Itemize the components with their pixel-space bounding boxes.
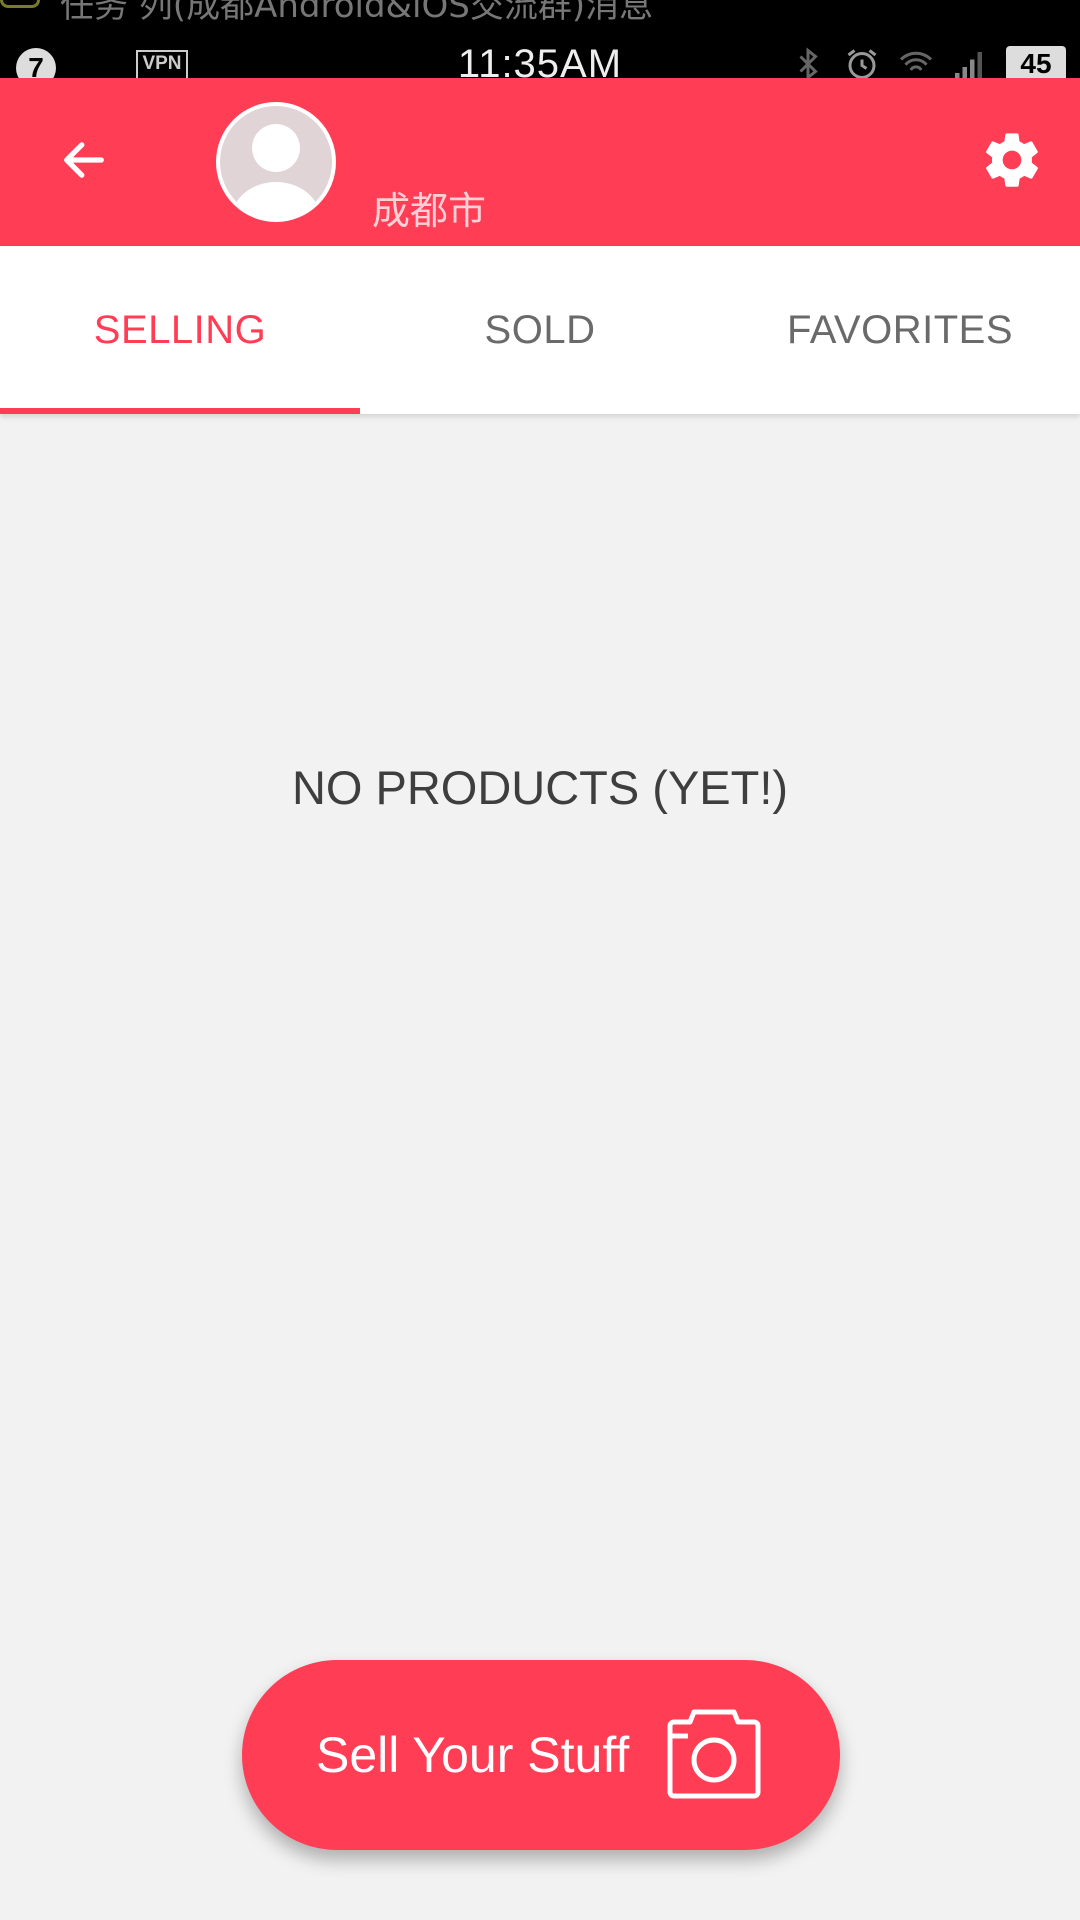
default-user-icon [220,106,332,218]
sell-your-stuff-button[interactable]: Sell Your Stuff [242,1660,840,1850]
status-icons: 45 [790,46,1066,78]
settings-button[interactable] [974,122,1050,198]
tab-selling[interactable]: SELLING [0,246,360,414]
status-bar: 任务 列(成都Android&iOS交流群)消息 7 VPN 11:35AM 4… [0,0,1080,78]
notification-app-icon [0,0,40,8]
gear-icon [986,133,1038,187]
tab-sold[interactable]: SOLD [360,246,720,414]
empty-state-message: NO PRODUCTS (YET!) [291,761,789,814]
battery-icon: 45 [1006,46,1066,78]
alarm-icon [847,49,877,78]
bluetooth-icon [799,47,818,78]
wifi-icon [899,51,933,71]
user-location: 成都市 [372,189,487,233]
back-button[interactable] [44,120,124,200]
avatar[interactable] [216,102,336,222]
notification-ticker: 任务 列(成都Android&iOS交流群)消息 [60,0,654,26]
camera-icon [667,1709,761,1799]
tab-favorites[interactable]: FAVORITES [720,246,1080,414]
sell-button-label: Sell Your Stuff [316,1727,630,1783]
app-bar: 成都市 [0,78,1080,246]
tab-bar: SELLING SOLD FAVORITES [0,246,1080,414]
arrow-left-icon [64,142,104,178]
signal-icon [955,52,982,78]
